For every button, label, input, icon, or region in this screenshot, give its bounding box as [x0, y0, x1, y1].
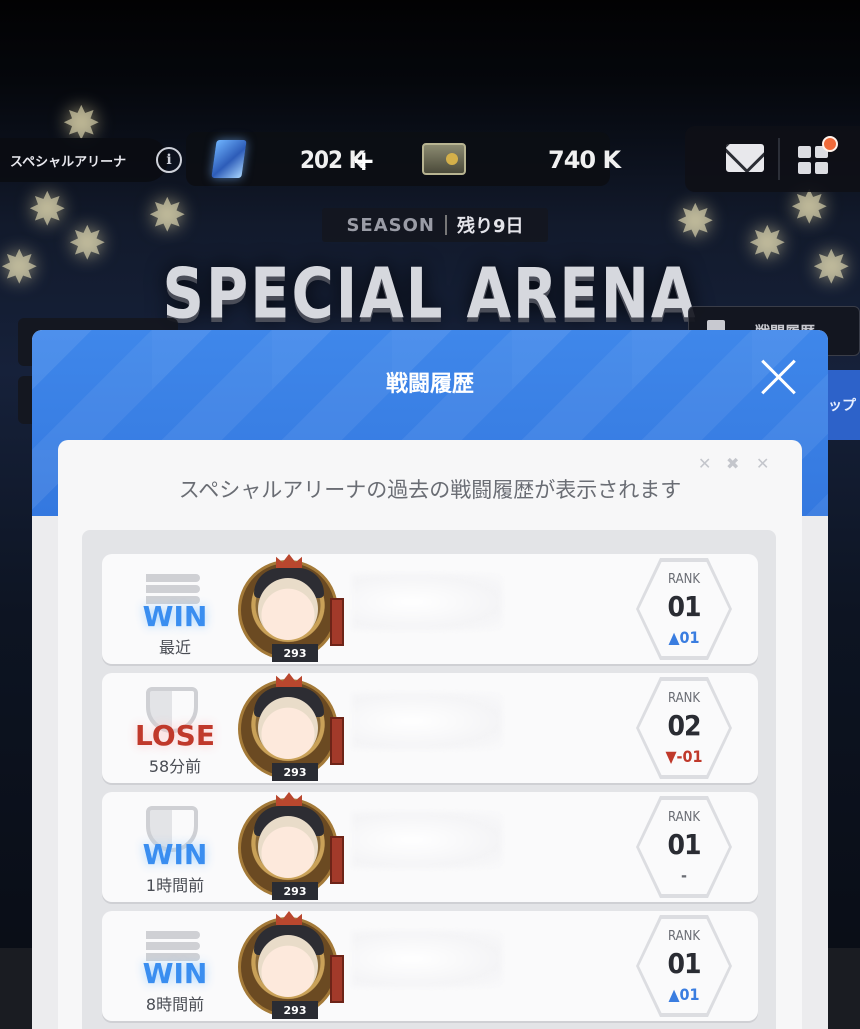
currency-bar [186, 132, 610, 186]
history-list[interactable]: WIN 最近 293 RANK 01 ▲01 LOSE 58分前 293 RAN… [82, 530, 776, 1029]
top-right-buttons [685, 126, 860, 192]
opponent-name-redacted [352, 574, 502, 630]
opponent-avatar[interactable]: 293 [238, 792, 346, 900]
opponent-name-redacted [352, 693, 502, 749]
time-label: 1時間前 [145, 876, 205, 895]
info-icon[interactable]: i [156, 147, 182, 173]
opponent-avatar[interactable]: 293 [238, 673, 346, 781]
season-indicator: SEASON 残り9日 [322, 208, 548, 242]
modal-description: スペシャルアリーナの過去の戦闘履歴が表示されます [178, 478, 682, 502]
rank-label: RANK [667, 810, 700, 825]
menu-grid-icon[interactable] [798, 146, 828, 174]
sparkle-decoration: ✸ [28, 182, 67, 236]
season-remaining: 残り9日 [457, 216, 524, 237]
mail-icon[interactable] [726, 144, 764, 172]
level-badge: 293 [272, 882, 318, 900]
rank-label: RANK [667, 929, 700, 944]
side-button[interactable]: ップ [828, 370, 860, 440]
history-entry[interactable]: WIN 最近 293 RANK 01 ▲01 [102, 554, 758, 664]
arena-label: スペシャルアリーナ [0, 138, 168, 182]
result-label: WIN [142, 600, 208, 633]
history-entry[interactable]: WIN 8時間前 293 RANK 01 ▲01 [102, 911, 758, 1021]
opponent-name-redacted [352, 931, 502, 987]
rank-label: RANK [667, 572, 700, 587]
ticket-icon [422, 143, 466, 175]
opponent-avatar[interactable]: 293 [238, 554, 346, 662]
modal-card: ✕ ✖ ✕ スペシャルアリーナの過去の戦闘履歴が表示されます WIN 最近 29… [58, 440, 802, 1029]
modal-title: 戦闘履歴 [385, 372, 474, 397]
rank-change: ▲01 [668, 628, 700, 647]
battle-history-modal: 戦闘履歴 ✕ ✖ ✕ スペシャルアリーナの過去の戦闘履歴が表示されます WIN … [32, 330, 828, 1029]
season-label: SEASON [346, 214, 435, 236]
result-label: LOSE [135, 719, 215, 752]
rank-change: ▲01 [668, 985, 700, 1004]
opponent-avatar[interactable]: 293 [238, 911, 346, 1019]
x-decoration-icon: ✕ [756, 454, 770, 473]
notification-dot [822, 136, 838, 152]
result-label: WIN [142, 838, 208, 871]
add-gem-button[interactable]: + [352, 144, 375, 177]
time-label: 58分前 [148, 757, 202, 776]
opponent-name-redacted [352, 812, 502, 868]
rank-change: ▼-01 [665, 747, 703, 766]
sparkle-decoration: ✸ [148, 188, 187, 242]
result-label: WIN [142, 957, 208, 990]
level-badge: 293 [272, 644, 318, 662]
level-badge: 293 [272, 763, 318, 781]
history-entry[interactable]: WIN 1時間前 293 RANK 01 - [102, 792, 758, 902]
ticket-value: 740 K [548, 146, 621, 174]
time-label: 8時間前 [145, 995, 205, 1014]
close-icon[interactable] [758, 356, 798, 396]
rank-value: 02 [667, 709, 701, 742]
x-decoration-icon: ✕ [698, 454, 712, 473]
divider [778, 138, 780, 180]
gem-icon [211, 140, 247, 178]
season-divider [445, 215, 447, 235]
x-decoration-icon: ✖ [726, 454, 740, 473]
sparkle-decoration: ✸ [676, 194, 715, 248]
rank-value: 01 [667, 947, 701, 980]
rank-value: 01 [667, 828, 701, 861]
rank-value: 01 [667, 590, 701, 623]
rank-label: RANK [667, 691, 700, 706]
rank-change: - [681, 866, 687, 885]
time-label: 最近 [158, 638, 191, 657]
level-badge: 293 [272, 1001, 318, 1019]
history-entry[interactable]: LOSE 58分前 293 RANK 02 ▼-01 [102, 673, 758, 783]
